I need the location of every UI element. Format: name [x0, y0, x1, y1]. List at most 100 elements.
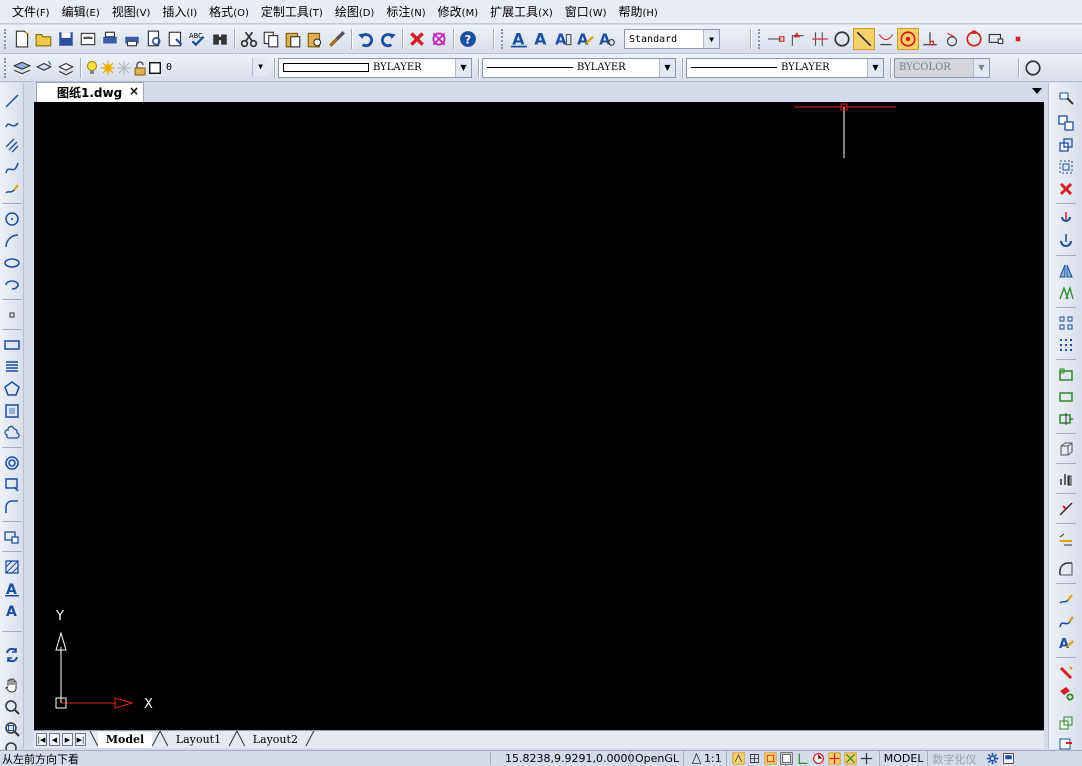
chevron-down-icon[interactable]: ▼ [973, 58, 989, 77]
layer-lock-icon[interactable] [132, 57, 148, 79]
offset-icon[interactable] [1056, 157, 1076, 177]
annotation-scale[interactable]: 1:1 [683, 750, 726, 766]
purge-icon[interactable] [428, 28, 450, 50]
help-icon[interactable]: ? [457, 28, 479, 50]
first-tab-icon[interactable]: |◀ [36, 733, 47, 746]
lineweight-select[interactable]: BYLAYER ▼ [686, 57, 884, 78]
rotate-icon[interactable] [1056, 231, 1076, 251]
object-snap-tracking-icon[interactable] [796, 752, 810, 766]
publish-icon[interactable] [165, 28, 187, 50]
array-rect-icon[interactable] [1056, 313, 1076, 333]
extend-3d-icon[interactable] [1056, 439, 1076, 459]
insert-block-icon[interactable] [2, 527, 22, 547]
mirror-triangle-icon[interactable] [1056, 261, 1076, 281]
spell-check-icon[interactable]: ABC [187, 28, 209, 50]
fillet-icon[interactable] [1056, 559, 1076, 579]
tab-model[interactable]: Model [97, 731, 153, 748]
explode-icon[interactable] [1056, 663, 1076, 683]
chevron-down-icon[interactable]: ▼ [703, 30, 719, 48]
arc-icon[interactable] [2, 231, 22, 251]
menu-item-0[interactable]: 文件(F) [6, 2, 56, 22]
regen-icon[interactable] [2, 645, 22, 665]
spline-icon[interactable] [2, 157, 22, 177]
layer-manager-icon[interactable] [11, 57, 33, 79]
snap-mode-icon[interactable] [732, 752, 746, 766]
prev-tab-icon[interactable]: ◀ [49, 733, 60, 746]
polygon-icon[interactable] [2, 379, 22, 399]
snap-nearest-icon[interactable] [853, 28, 875, 50]
open-file-icon[interactable] [33, 28, 55, 50]
stretch-rect-icon[interactable] [1056, 387, 1076, 407]
grid-display-icon[interactable] [748, 752, 762, 766]
edit-text-icon[interactable]: A [574, 28, 596, 50]
single-line-text-icon[interactable]: A [530, 28, 552, 50]
snap-node-icon[interactable] [897, 28, 919, 50]
chevron-down-icon[interactable]: ▼ [867, 58, 883, 77]
lineweight-display-icon[interactable] [844, 752, 858, 766]
erase-icon[interactable] [406, 28, 428, 50]
snap-endpoint-icon[interactable] [765, 28, 787, 50]
copy-icon[interactable] [260, 28, 282, 50]
crosshair-toggle-icon[interactable] [860, 752, 874, 766]
color-select[interactable]: BYLAYER ▼ [278, 57, 472, 78]
layer-state-icon[interactable] [33, 57, 55, 79]
layer-previous-icon[interactable] [55, 57, 77, 79]
plotstyle-select[interactable]: BYCOLOR ▼ [894, 57, 990, 78]
edit-text-icon[interactable]: A [1056, 633, 1076, 653]
edit-polyline-icon[interactable] [1056, 589, 1076, 609]
mirror-icon[interactable] [1056, 135, 1076, 155]
fillet-curve-icon[interactable] [2, 497, 22, 517]
document-tab[interactable]: 图纸1.dwg × [36, 82, 144, 102]
revision-cloud-icon[interactable] [2, 423, 22, 443]
chevron-down-icon[interactable]: ▼ [455, 58, 471, 77]
dynamic-input-icon[interactable] [828, 752, 842, 766]
menu-item-5[interactable]: 定制工具(T) [255, 2, 329, 22]
menu-item-11[interactable]: 帮助(H) [613, 2, 664, 22]
scale-icon[interactable] [1056, 365, 1076, 385]
menu-item-9[interactable]: 扩展工具(X) [484, 2, 559, 22]
menu-item-8[interactable]: 修改(M) [432, 2, 484, 22]
group-icon[interactable] [1056, 713, 1076, 733]
region-icon[interactable] [2, 401, 22, 421]
layer-viewport-icon[interactable] [116, 57, 132, 79]
circle-icon[interactable] [2, 209, 22, 229]
donut-icon[interactable] [2, 453, 22, 473]
sketch-icon[interactable] [2, 179, 22, 199]
lengthen-icon[interactable] [1056, 409, 1076, 429]
last-tab-icon[interactable]: ▶| [75, 733, 86, 746]
save-as-icon[interactable] [77, 28, 99, 50]
snap-perpendicular-base-icon[interactable] [919, 28, 941, 50]
snap-insert-icon[interactable] [985, 28, 1007, 50]
chevron-down-icon[interactable]: ▼ [659, 58, 675, 77]
menu-item-7[interactable]: 标注(N) [380, 2, 431, 22]
line-icon[interactable] [2, 91, 22, 111]
chamfer-icon[interactable] [1056, 529, 1076, 549]
point-icon[interactable] [2, 305, 22, 325]
redo-icon[interactable] [377, 28, 399, 50]
clean-screen-icon[interactable] [1001, 752, 1015, 766]
menu-item-4[interactable]: 格式(O) [203, 2, 255, 22]
layer-select[interactable]: 0 ▼ [162, 57, 268, 78]
tab-list-chevron-down-icon[interactable] [1032, 88, 1042, 94]
toolbar-grip[interactable] [758, 29, 762, 49]
menu-item-6[interactable]: 绘图(D) [329, 2, 381, 22]
menu-item-1[interactable]: 编辑(E) [56, 2, 106, 22]
menu-item-2[interactable]: 视图(V) [106, 2, 157, 22]
chevron-down-icon[interactable]: ▼ [252, 57, 268, 76]
snap-perpendicular-icon[interactable] [875, 28, 897, 50]
polyline-icon[interactable] [2, 113, 22, 133]
find-icon[interactable] [209, 28, 231, 50]
stretch-icon[interactable] [1056, 283, 1076, 303]
pan-icon[interactable] [2, 675, 22, 695]
toolbar-grip[interactable] [4, 57, 8, 78]
undo-icon[interactable] [355, 28, 377, 50]
snap-midpoint-icon[interactable] [787, 28, 809, 50]
linetype-select[interactable]: BYLAYER ▼ [482, 57, 676, 78]
close-icon[interactable]: × [129, 84, 139, 98]
cut-icon[interactable] [238, 28, 260, 50]
trim-icon[interactable] [1056, 469, 1076, 489]
wipeout-icon[interactable] [2, 475, 22, 495]
layer-thaw-icon[interactable] [100, 57, 116, 79]
polar-tracking-icon[interactable] [780, 752, 794, 766]
find-text-icon[interactable]: A [596, 28, 618, 50]
